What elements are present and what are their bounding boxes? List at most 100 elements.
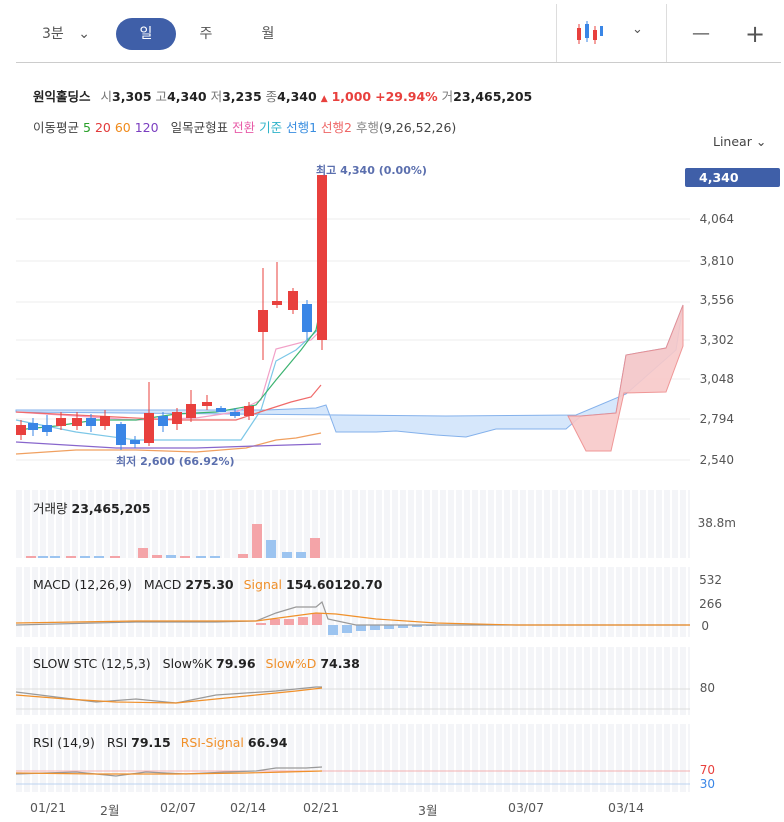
- volume-bar: [138, 548, 148, 558]
- macd-hist-bar: [312, 613, 322, 625]
- volume-bar: [66, 556, 76, 558]
- price-tick: 3,302: [699, 333, 734, 347]
- slow-d-line: [15, 687, 323, 704]
- divider: [666, 4, 667, 62]
- ma-5: 5: [83, 120, 91, 135]
- chart-type-select[interactable]: ⌄: [574, 20, 643, 48]
- rsi-axis-70: 70: [699, 763, 715, 777]
- macd-signal-value: 154.60: [286, 577, 335, 592]
- up-arrow-icon: ▲: [320, 94, 328, 104]
- ma-120-line: [15, 441, 322, 449]
- candle: [258, 310, 268, 332]
- candle: [100, 416, 110, 426]
- candle: [202, 402, 212, 406]
- candle: [28, 423, 38, 430]
- tab-month[interactable]: 월: [248, 18, 288, 50]
- stock-name: 원익홀딩스: [33, 89, 91, 104]
- x-tick: 3월: [418, 803, 438, 818]
- price-change-pct: +29.94%: [375, 89, 438, 104]
- rsi-legend: RSI (14,9) RSI 79.15 RSI-Signal 66.94: [33, 735, 288, 750]
- candle: [244, 406, 254, 416]
- macd-hist-bar: [356, 625, 366, 631]
- interval-select[interactable]: 3분 ⌄: [36, 18, 96, 50]
- macd-title: MACD (12,26,9): [33, 577, 132, 592]
- candle: [16, 425, 26, 435]
- volume-bar: [38, 556, 48, 558]
- ichimoku-label[interactable]: 일목균형표: [171, 120, 229, 135]
- price-tick: 3,556: [699, 293, 734, 307]
- price-tick: 3,810: [699, 254, 734, 268]
- ichimoku-conversion: 전환: [232, 120, 256, 135]
- volume-bar: [252, 524, 262, 558]
- volume-bar: [180, 556, 190, 558]
- volume-label: 거래량: [33, 501, 68, 516]
- ma-20: 20: [94, 120, 111, 135]
- candle: [302, 304, 312, 332]
- high-price: 4,340: [167, 89, 207, 104]
- macd-axis: 532: [699, 573, 722, 587]
- scale-select[interactable]: Linear ⌄: [713, 134, 766, 149]
- low-price: 3,235: [222, 89, 262, 104]
- zoom-in-button[interactable]: +: [738, 18, 772, 50]
- stc-legend: SLOW STC (12,5,3) Slow%K 79.96 Slow%D 74…: [33, 656, 360, 671]
- chevron-down-icon: ⌄: [755, 134, 767, 149]
- slow-k-value: 79.96: [216, 656, 256, 671]
- rsi-value: 79.15: [131, 735, 171, 750]
- macd-value: 275.30: [185, 577, 234, 592]
- price-change: 1,000: [331, 89, 372, 104]
- macd-hist-value: 120.70: [334, 577, 383, 592]
- x-tick: 02/07: [160, 800, 197, 815]
- ma-120: 120: [134, 120, 159, 135]
- rsi-signal-value: 66.94: [247, 735, 288, 750]
- macd-legend: MACD (12,26,9) MACD 275.30 Signal 154.60…: [33, 577, 383, 592]
- volume-bar: [238, 554, 248, 558]
- volume-legend: 거래량 23,465,205: [33, 498, 151, 517]
- macd-hist-bar: [270, 619, 280, 625]
- indicator-legend: 이동평균 5 20 60 120 일목균형표 전환 기준 선행1 선행2 후행(…: [33, 117, 456, 136]
- chevron-down-icon: ⌄: [78, 26, 90, 42]
- zoom-out-button[interactable]: —: [684, 18, 718, 50]
- volume-bar: [266, 540, 276, 558]
- candle: [158, 416, 168, 426]
- macd-hist-bar: [298, 617, 308, 625]
- candle: [216, 408, 226, 412]
- current-price-badge: 4,340: [685, 168, 780, 187]
- volume-bar: [50, 556, 60, 558]
- slow-d-value: 74.38: [320, 656, 360, 671]
- macd-axis: 0: [701, 619, 709, 633]
- rsi-axis-30: 30: [699, 777, 715, 791]
- price-tick: 2,540: [699, 453, 734, 467]
- candles: [16, 175, 327, 450]
- candle: [116, 424, 126, 445]
- macd-hist-bar: [328, 625, 338, 635]
- ichimoku-span1: 선행1: [286, 120, 318, 135]
- candle: [186, 404, 196, 418]
- ichimoku-cloud-red: [567, 304, 684, 452]
- stc-title: SLOW STC (12,5,3): [33, 656, 151, 671]
- ma-label[interactable]: 이동평균: [33, 120, 79, 135]
- price-tick: 2,794: [699, 412, 734, 426]
- ma-60-line: [15, 432, 322, 455]
- volume-bar: [166, 555, 176, 558]
- x-tick: 02/21: [303, 800, 340, 815]
- tab-week[interactable]: 주: [186, 18, 226, 50]
- candle: [56, 418, 66, 426]
- macd-histogram: [256, 613, 436, 635]
- open-price: 3,305: [112, 89, 152, 104]
- volume: 23,465,205: [453, 89, 533, 104]
- candlestick-icon: [577, 21, 603, 44]
- candle: [172, 412, 182, 424]
- candle: [317, 175, 327, 340]
- macd-signal-line: [15, 612, 690, 626]
- candle: [130, 440, 140, 444]
- price-chart[interactable]: 최고 4,340 (0.00%) 최저 2,600 (66.92%): [15, 150, 690, 480]
- x-tick: 02/14: [230, 800, 267, 815]
- candle: [230, 412, 240, 416]
- tab-day[interactable]: 일: [116, 18, 176, 50]
- x-tick: 2월: [100, 803, 120, 818]
- volume-value: 23,465,205: [71, 501, 151, 516]
- volume-bar: [296, 552, 306, 558]
- scale-label: Linear: [713, 134, 752, 149]
- ichimoku-lagging: 후행: [355, 120, 379, 135]
- volume-bar: [310, 538, 320, 558]
